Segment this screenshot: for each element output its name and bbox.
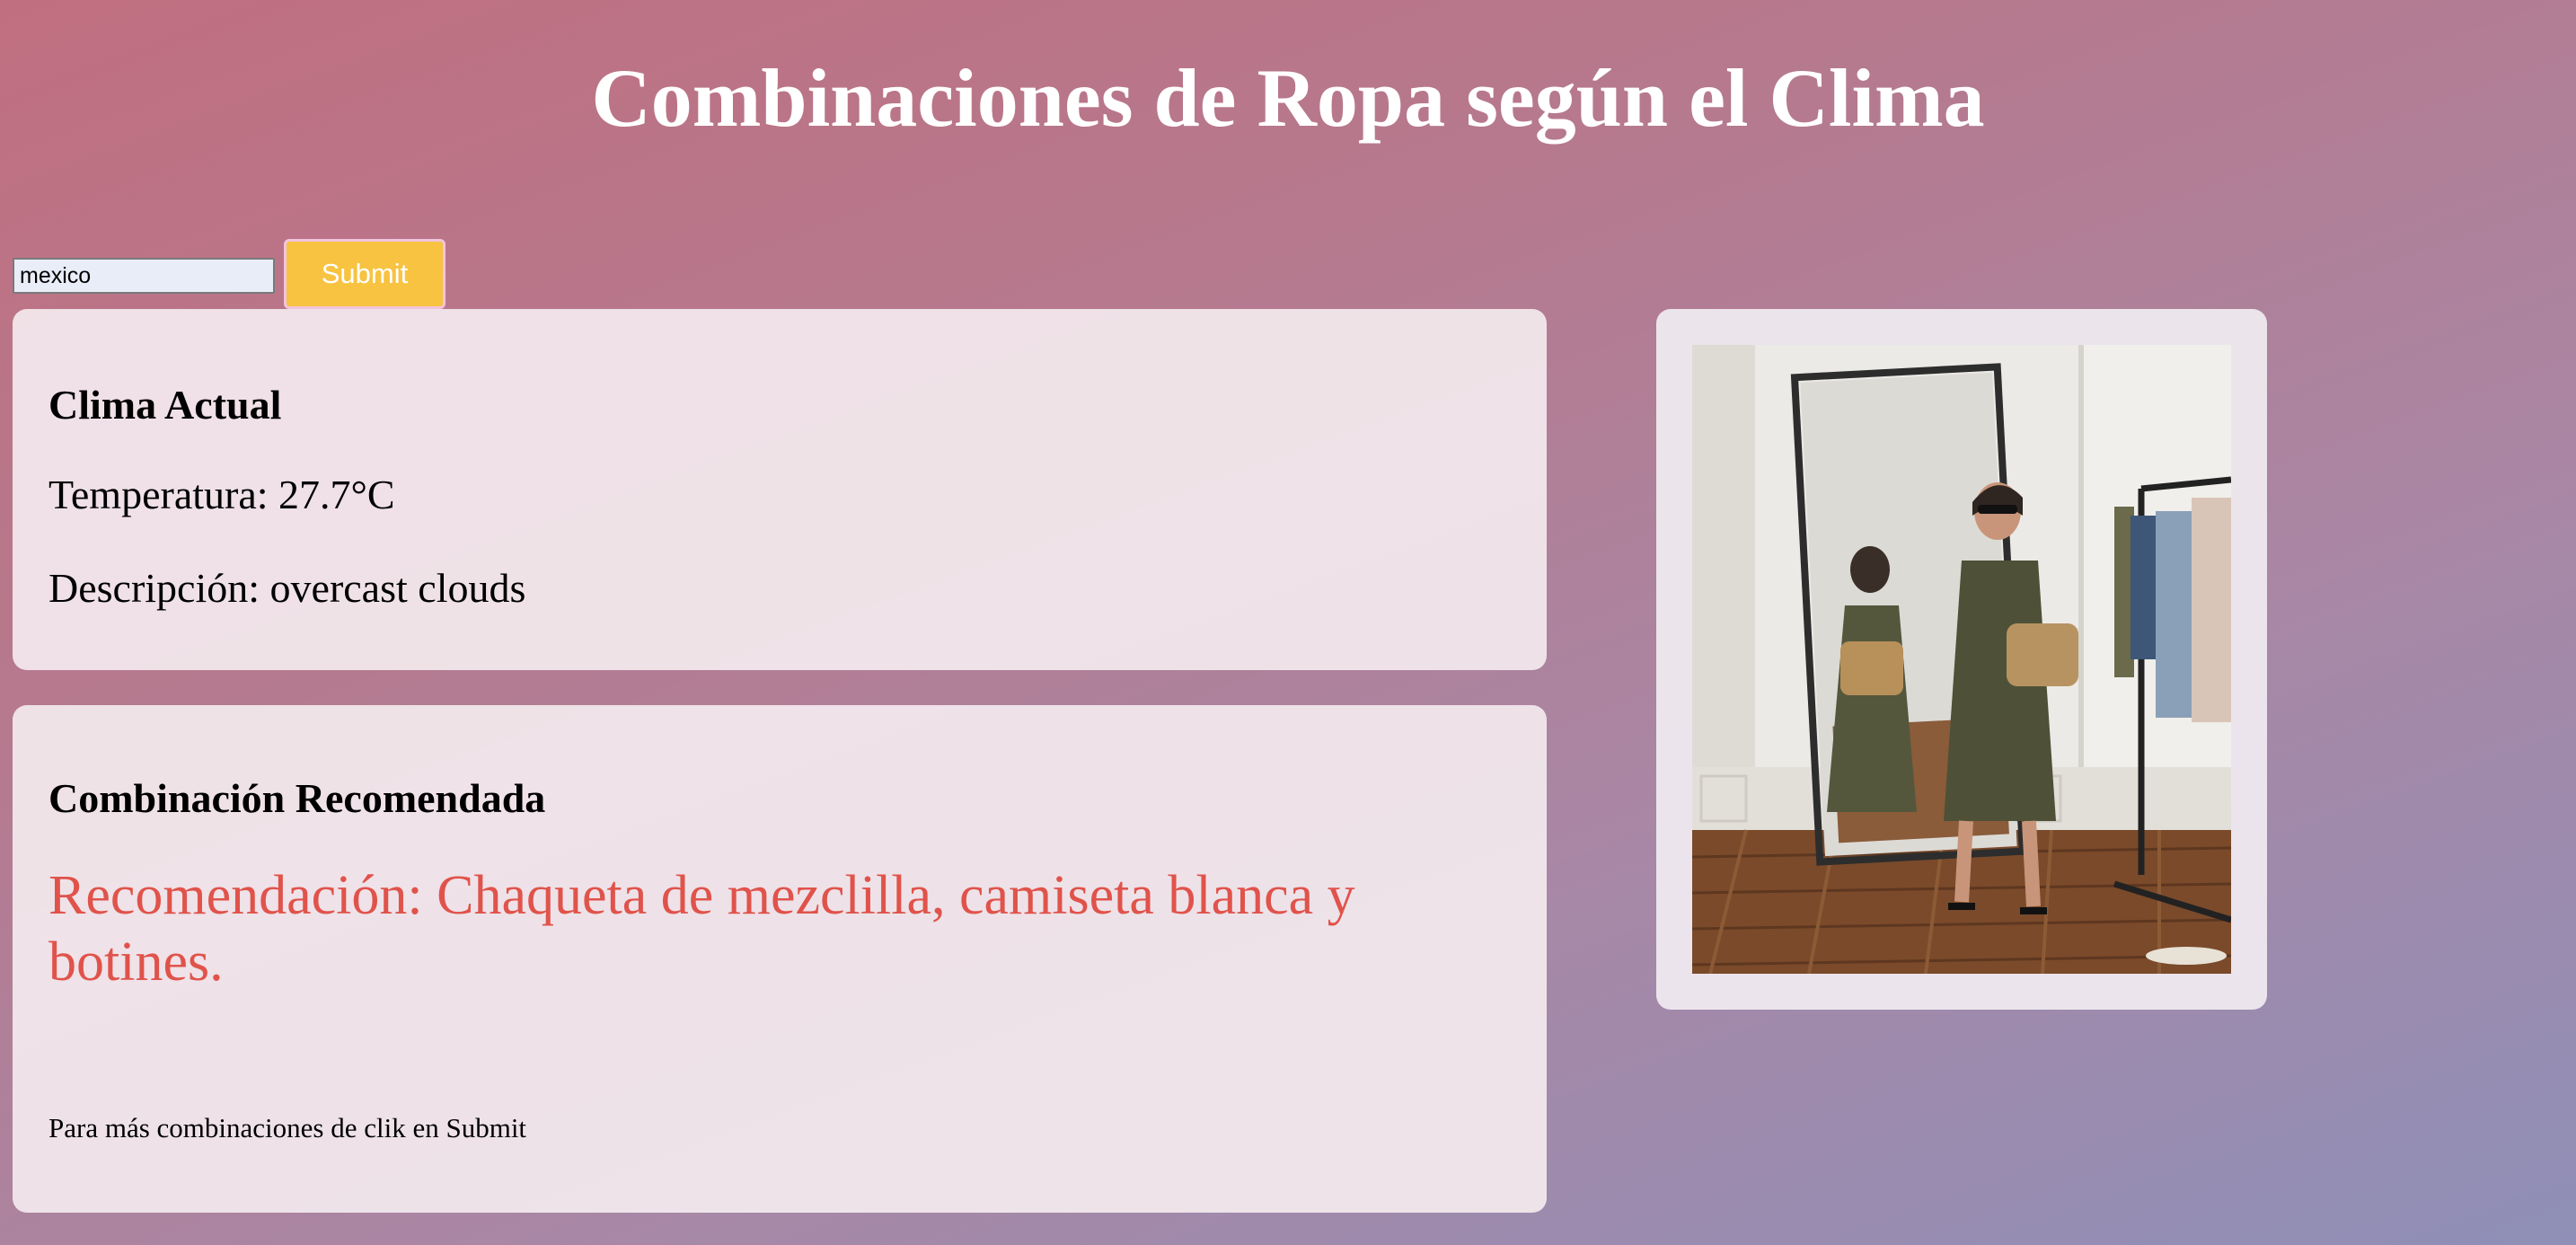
weather-description-text: Descripción: overcast clouds [49, 565, 526, 611]
recommended-outfit-card: Combinación Recomendada Recomendación: C… [13, 705, 1547, 1213]
city-search-input[interactable] [13, 258, 275, 294]
current-weather-card: Clima Actual Temperatura: 27.7°C Descrip… [13, 309, 1547, 670]
outfit-photo [1692, 345, 2231, 974]
outfit-image-card [1656, 309, 2267, 1010]
submit-button[interactable]: Submit [284, 239, 446, 309]
recommendation-text: Recomendación: Chaqueta de mezclilla, ca… [49, 865, 1355, 993]
submit-hint-text: Para más combinaciones de clik en Submit [49, 1112, 527, 1143]
temperature-text: Temperatura: 27.7°C [49, 472, 395, 517]
weather-heading: Clima Actual [49, 382, 282, 428]
page-title: Combinaciones de Ropa según el Clima [591, 52, 1985, 144]
outfit-heading: Combinación Recomendada [49, 775, 546, 821]
